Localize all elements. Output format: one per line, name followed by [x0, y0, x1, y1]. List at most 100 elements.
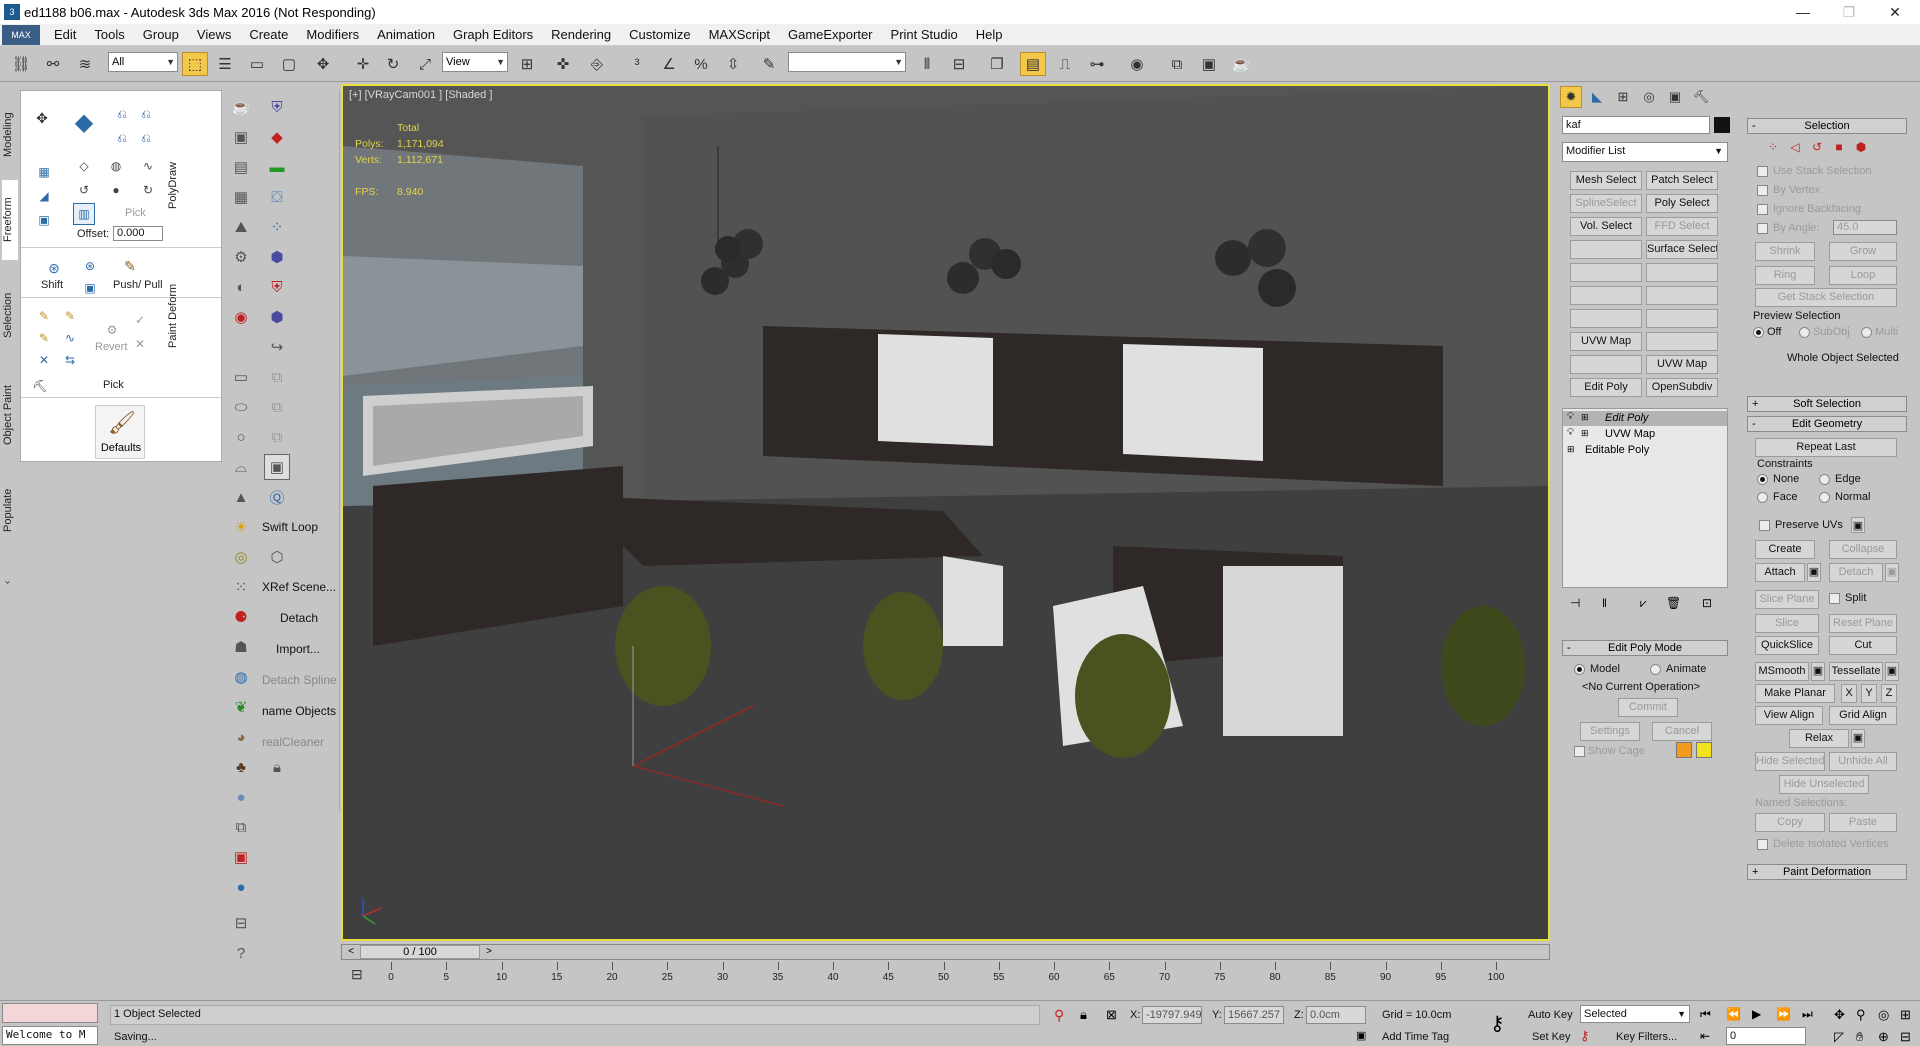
- select-object-icon[interactable]: ⬚: [182, 52, 208, 76]
- mini-curve-editor-icon[interactable]: ⊟: [351, 966, 363, 983]
- monitor-icon[interactable]: ▬: [264, 154, 290, 180]
- camera-viewport[interactable]: [+] [VRayCam001 ] [Shaded ] Total Polys:…: [341, 84, 1550, 941]
- relax-brush-icon[interactable]: ✎: [33, 305, 55, 327]
- menu-animation[interactable]: Animation: [377, 27, 435, 42]
- plane-icon[interactable]: ◢: [33, 185, 55, 207]
- keyboard-shortcut-override-icon[interactable]: ⎆: [584, 52, 610, 76]
- hierarchy-icon[interactable]: ⧉: [228, 814, 254, 840]
- expand-icon[interactable]: ⊞: [1567, 444, 1575, 455]
- hierarchy-tab-icon[interactable]: ⊞: [1612, 86, 1634, 108]
- sun-icon[interactable]: ☀: [228, 514, 254, 540]
- bulb-icon[interactable]: 💡︎: [1567, 411, 1574, 422]
- modifier-button[interactable]: Edit Poly: [1570, 378, 1642, 397]
- pick-object-icon[interactable]: ⛏: [29, 375, 51, 397]
- modifier-button[interactable]: UVW Map: [1646, 355, 1718, 374]
- constrain-icon[interactable]: ⇆: [59, 349, 81, 371]
- motion-tab-icon[interactable]: ◎: [1638, 86, 1660, 108]
- spinner-snap-icon[interactable]: ⇳: [720, 52, 746, 76]
- expand-icon[interactable]: ⊞: [1581, 428, 1589, 439]
- menu-print-studio[interactable]: Print Studio: [891, 27, 958, 42]
- cut-button[interactable]: Cut: [1829, 636, 1897, 655]
- next-frame-icon[interactable]: >: [482, 945, 496, 959]
- help-icon[interactable]: ?: [228, 940, 254, 966]
- paste-button[interactable]: Paste: [1829, 813, 1897, 832]
- stack-item-edit-poly[interactable]: 💡︎ ⊞ Edit Poly: [1563, 411, 1727, 426]
- select-and-rotate-icon[interactable]: ↻: [380, 52, 406, 76]
- stack3-icon[interactable]: ⧉: [264, 424, 290, 450]
- quickslice-button[interactable]: QuickSlice: [1755, 636, 1819, 655]
- shrink-button[interactable]: Shrink: [1755, 242, 1815, 261]
- slice-button[interactable]: Slice: [1755, 614, 1819, 633]
- conform-brush-icon[interactable]: ◆: [73, 109, 95, 136]
- smudge-brush-icon[interactable]: ✎: [33, 327, 55, 349]
- layers-icon[interactable]: ▤: [228, 154, 254, 180]
- menu-graph-editors[interactable]: Graph Editors: [453, 27, 533, 42]
- pin-stack-icon[interactable]: ⊣: [1570, 596, 1580, 610]
- add-time-tag-label[interactable]: Add Time Tag: [1382, 1031, 1449, 1043]
- surface-icon[interactable]: ◇: [73, 155, 95, 177]
- reset-plane-button[interactable]: Reset Plane: [1829, 614, 1897, 633]
- create-button[interactable]: Create: [1755, 540, 1815, 559]
- tree-icon[interactable]: ♣: [228, 754, 254, 780]
- swift-loop-label[interactable]: Swift Loop: [262, 520, 340, 534]
- rename-objects-label[interactable]: name Objects: [262, 704, 340, 718]
- bowl-icon[interactable]: ⌓: [228, 454, 254, 480]
- create-tab-icon[interactable]: ✹: [1560, 86, 1582, 108]
- ribbon-collapse-icon[interactable]: ‹: [2, 575, 18, 589]
- curve-editor-icon[interactable]: ⎍: [1052, 52, 1078, 76]
- go-to-start-icon[interactable]: ⏮: [1700, 1007, 1711, 1022]
- tab-populate[interactable]: Populate: [2, 475, 18, 545]
- ignore-backfacing-checkbox[interactable]: [1757, 204, 1768, 215]
- key-filters-button[interactable]: Key Filters...: [1616, 1031, 1677, 1043]
- slice-plane-button[interactable]: Slice Plane: [1755, 590, 1819, 609]
- vertex-mode-icon[interactable]: ⁘: [1763, 138, 1783, 156]
- material-editor-icon[interactable]: ◉: [1124, 52, 1150, 76]
- percent-snap-icon[interactable]: %: [688, 52, 714, 76]
- application-button[interactable]: MAX: [2, 24, 40, 45]
- media-icon[interactable]: ▣: [228, 844, 254, 870]
- shield-red-icon[interactable]: ⛨: [264, 274, 290, 300]
- unhide-all-button[interactable]: Unhide All: [1829, 752, 1897, 771]
- landscape-icon[interactable]: ⛰: [228, 214, 254, 240]
- key-mode-toggle-icon[interactable]: ⇤: [1700, 1029, 1710, 1043]
- preview-off-radio[interactable]: [1753, 327, 1764, 338]
- grow-button[interactable]: Grow: [1829, 242, 1897, 261]
- xref-scene-label[interactable]: XRef Scene...: [262, 580, 340, 594]
- collapse-button[interactable]: Collapse: [1829, 540, 1897, 559]
- preserve-uvs-checkbox[interactable]: [1759, 520, 1770, 531]
- cage-color-swatch-1[interactable]: [1676, 742, 1692, 758]
- ellipse-icon[interactable]: ⬭: [228, 394, 254, 420]
- modifier-button[interactable]: [1646, 309, 1718, 328]
- detach-button[interactable]: Detach: [1829, 563, 1883, 582]
- panel-icon[interactable]: ⊟: [228, 910, 254, 936]
- view-align-button[interactable]: View Align: [1755, 706, 1823, 725]
- msmooth-button[interactable]: MSmooth: [1755, 662, 1809, 681]
- box-icon[interactable]: ⬡: [264, 544, 290, 570]
- show-end-result-icon[interactable]: ‖: [1602, 596, 1607, 610]
- angle-snap-icon[interactable]: ∠: [656, 52, 682, 76]
- modifier-button[interactable]: OpenSubdiv: [1646, 378, 1718, 397]
- constraint-none-radio[interactable]: [1757, 474, 1768, 485]
- unlink-icon[interactable]: ⚯: [40, 52, 66, 76]
- network-icon[interactable]: ⛋: [264, 184, 290, 210]
- key-mode-dropdown[interactable]: Selected ▼: [1580, 1005, 1690, 1023]
- push-pull-label[interactable]: Push/ Pull: [113, 279, 163, 291]
- hide-selected-button[interactable]: Hide Selected: [1755, 752, 1825, 771]
- teapot-icon[interactable]: ☕: [228, 94, 254, 120]
- tessellate-settings-icon[interactable]: ▣: [1885, 662, 1899, 681]
- step-build-icon[interactable]: ⎌: [111, 103, 133, 125]
- preview-multi-radio[interactable]: [1861, 327, 1872, 338]
- maxscript-output[interactable]: Welcome to M: [2, 1026, 98, 1045]
- modifier-button[interactable]: Mesh Select: [1570, 171, 1642, 190]
- nodes-icon[interactable]: ⁘: [264, 214, 290, 240]
- snaps-toggle-icon[interactable]: ³: [624, 52, 650, 76]
- disc-icon[interactable]: ◎: [228, 544, 254, 570]
- bulb-icon[interactable]: 💡︎: [1567, 427, 1574, 438]
- time-slider-thumb[interactable]: 0 / 100: [360, 945, 480, 959]
- by-vertex-checkbox[interactable]: [1757, 185, 1768, 196]
- by-angle-input[interactable]: 45.0: [1833, 220, 1897, 235]
- shift-rotate-icon[interactable]: ⊛: [79, 255, 101, 277]
- border-mode-icon[interactable]: ↺: [1807, 138, 1827, 156]
- paint-deformation-rollout[interactable]: + Paint Deformation: [1747, 864, 1907, 880]
- preserve-uvs-settings-icon[interactable]: ▣: [1851, 517, 1865, 533]
